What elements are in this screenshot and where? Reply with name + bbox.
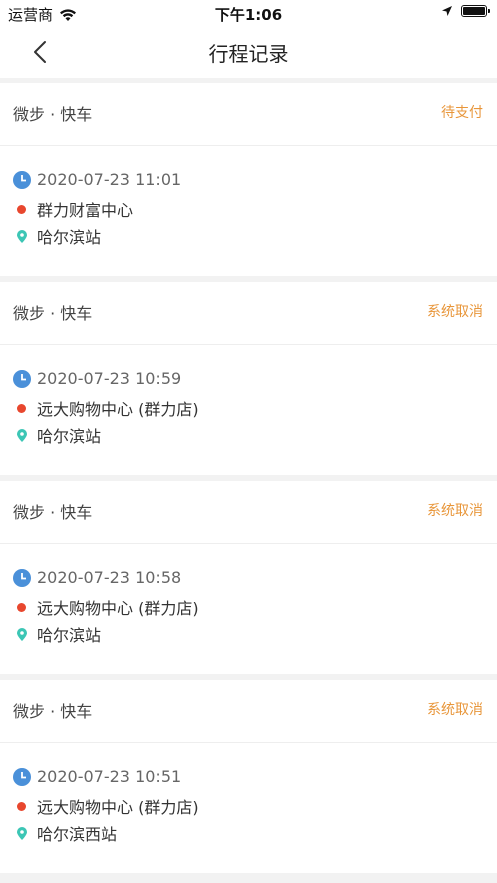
trip-origin: 远大购物中心 (群力店): [37, 400, 199, 419]
trip-destination: 哈尔滨站: [37, 228, 102, 247]
trip-card-body: 2020-07-23 11:01 群力财富中心 哈尔滨站: [0, 146, 497, 276]
trip-status: 系统取消: [427, 503, 483, 519]
trip-service: 微步 · 快车: [13, 105, 93, 124]
trip-card-body: 2020-07-23 10:59 远大购物中心 (群力店) 哈尔滨站: [0, 345, 497, 475]
trip-card-header: 微步 · 快车 待支付: [0, 83, 497, 146]
origin-dot-icon: [17, 801, 26, 811]
trip-status: 待支付: [441, 105, 483, 121]
origin-dot-icon: [17, 204, 26, 214]
trip-datetime: 2020-07-23 10:51: [37, 767, 182, 786]
clock-icon: [13, 170, 31, 189]
trip-card-header: 微步 · 快车 系统取消: [0, 680, 497, 743]
trip-card-header: 微步 · 快车 系统取消: [0, 481, 497, 544]
status-bar: 运营商 下午1:06: [0, 0, 497, 26]
trip-datetime: 2020-07-23 11:01: [37, 170, 182, 189]
trip-origin-row: 远大购物中心 (群力店): [13, 794, 199, 818]
trip-origin-row: 远大购物中心 (群力店): [13, 595, 199, 619]
trip-time-row: 2020-07-23 10:51: [13, 767, 181, 786]
destination-pin-icon: [17, 627, 27, 641]
nav-bar: 行程记录: [0, 26, 497, 78]
trip-time-row: 2020-07-23 10:58: [13, 568, 181, 587]
trip-datetime: 2020-07-23 10:59: [37, 369, 182, 388]
origin-dot-icon: [17, 602, 26, 612]
destination-pin-icon: [17, 229, 27, 243]
trip-destination-row: 哈尔滨站: [13, 423, 101, 447]
trip-card-body: 2020-07-23 10:58 远大购物中心 (群力店) 哈尔滨站: [0, 544, 497, 674]
trip-card[interactable]: 微步 · 快车 系统取消 2020-07-23 10:59 远大购物中心 (群力…: [0, 282, 497, 475]
trip-service: 微步 · 快车: [13, 702, 93, 721]
trip-destination-row: 哈尔滨西站: [13, 821, 117, 845]
trip-card[interactable]: 微步 · 快车 待支付 2020-07-23 11:01 群力财富中心 哈尔滨站: [0, 83, 497, 276]
trip-datetime: 2020-07-23 10:58: [37, 568, 182, 587]
trip-origin: 群力财富中心: [37, 201, 134, 220]
trip-origin: 远大购物中心 (群力店): [37, 798, 199, 817]
trip-status: 系统取消: [427, 702, 483, 718]
trip-origin: 远大购物中心 (群力店): [37, 599, 199, 618]
trip-card[interactable]: 微步 · 快车 系统取消 2020-07-23 10:58 远大购物中心 (群力…: [0, 481, 497, 674]
trip-destination: 哈尔滨西站: [37, 825, 118, 844]
battery-icon: [461, 5, 490, 17]
trip-card-body: 2020-07-23 10:51 远大购物中心 (群力店) 哈尔滨西站: [0, 743, 497, 873]
location-arrow-icon: [442, 6, 452, 16]
clock-icon: [13, 767, 31, 786]
trip-destination-row: 哈尔滨站: [13, 224, 101, 248]
clock-icon: [13, 568, 31, 587]
trip-origin-row: 远大购物中心 (群力店): [13, 396, 199, 420]
trip-card-header: 微步 · 快车 系统取消: [0, 282, 497, 345]
origin-dot-icon: [17, 403, 26, 413]
trip-status: 系统取消: [427, 304, 483, 320]
trip-service: 微步 · 快车: [13, 503, 93, 522]
trip-time-row: 2020-07-23 11:01: [13, 170, 181, 189]
trip-service: 微步 · 快车: [13, 304, 93, 323]
trip-destination-row: 哈尔滨站: [13, 622, 101, 646]
status-time: 下午1:06: [214, 6, 283, 24]
trip-destination: 哈尔滨站: [37, 626, 102, 645]
destination-pin-icon: [17, 428, 27, 442]
status-right: [441, 5, 490, 17]
destination-pin-icon: [17, 826, 27, 840]
trip-destination: 哈尔滨站: [37, 427, 102, 446]
page-title: 行程记录: [208, 42, 289, 66]
clock-icon: [13, 369, 31, 388]
trip-card[interactable]: 微步 · 快车 系统取消 2020-07-23 10:51 远大购物中心 (群力…: [0, 680, 497, 873]
trip-list: 微步 · 快车 待支付 2020-07-23 11:01 群力财富中心 哈尔滨站…: [0, 83, 497, 879]
trip-time-row: 2020-07-23 10:59: [13, 369, 181, 388]
trip-origin-row: 群力财富中心: [13, 197, 133, 221]
